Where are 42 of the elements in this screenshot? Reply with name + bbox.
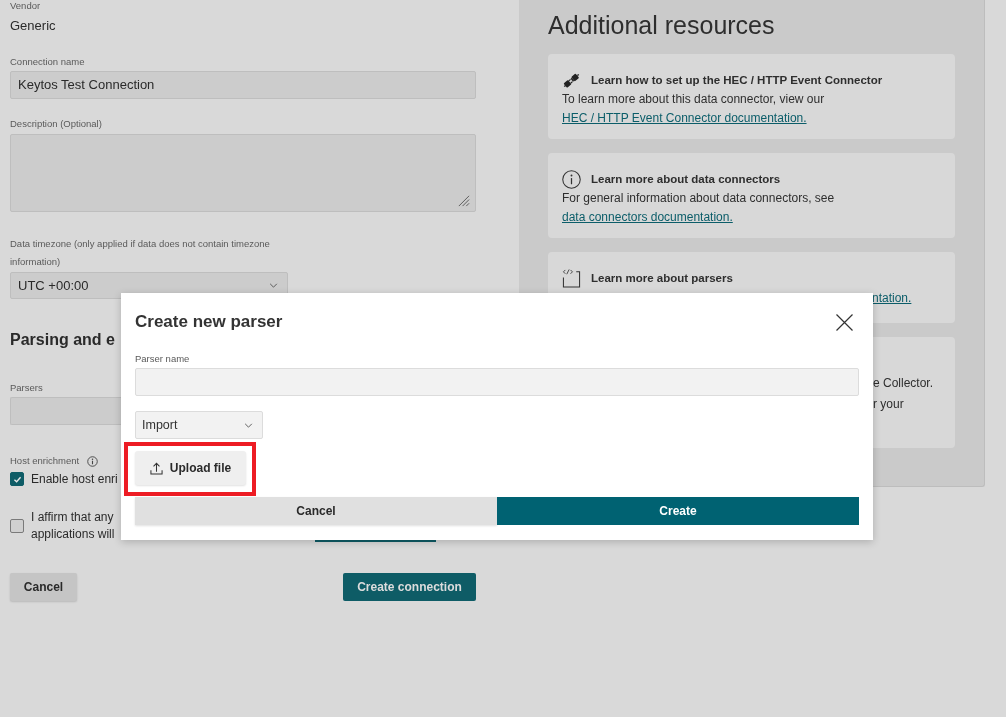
vendor-value: Generic [10, 18, 56, 34]
close-icon[interactable] [836, 313, 853, 331]
checkbox[interactable] [10, 519, 24, 533]
cancel-button[interactable]: Cancel [135, 497, 497, 525]
panel-heading: Additional resources [548, 10, 776, 40]
checkbox-label: I affirm that any applications will [31, 509, 115, 543]
parsers-field[interactable] [10, 397, 121, 425]
field-label: Host enrichment [10, 455, 80, 467]
upload-icon [149, 461, 163, 475]
documentation-link[interactable]: ntation. [872, 291, 912, 305]
resize-handle-icon[interactable] [457, 194, 470, 207]
field-label: Vendor [10, 0, 41, 12]
card-text: e Collector. r your [873, 375, 935, 413]
code-file-icon [562, 268, 581, 288]
field-label: Description (Optional) [10, 118, 102, 130]
card-text: For general information about data connectors, see [562, 190, 836, 207]
card-text: To learn more about this data connector, view our [562, 91, 826, 108]
cancel-button[interactable]: Cancel [10, 573, 77, 601]
dialog-title: Create new parser [135, 311, 283, 333]
card-title: Learn more about parsers [591, 272, 733, 284]
card-title: Learn how to set up the HEC / HTTP Event Connector [591, 74, 883, 86]
chevron-down-icon [244, 422, 253, 428]
connection-name-input[interactable]: Keytos Test Connection [10, 71, 476, 99]
chevron-down-icon [269, 283, 278, 288]
field-label: Parsers [10, 382, 43, 394]
source-select[interactable]: Import [135, 411, 263, 439]
checkbox-label: Enable host enri [31, 470, 118, 488]
upload-file-button[interactable]: Upload file [135, 451, 246, 485]
checkbox[interactable] [10, 472, 24, 486]
info-icon [562, 169, 581, 189]
check-icon [12, 475, 22, 483]
create-connection-button[interactable]: Create connection [343, 573, 476, 601]
parser-name-input[interactable] [135, 368, 859, 396]
section-heading: Parsing and e [10, 330, 115, 350]
documentation-link[interactable]: data connectors documentation. [562, 210, 733, 224]
field-label: Connection name [10, 56, 85, 68]
card-title: Learn more about data connectors [591, 173, 781, 185]
documentation-link[interactable]: HEC / HTTP Event Connector documentation. [562, 111, 807, 125]
info-icon[interactable] [87, 455, 99, 467]
create-button[interactable]: Create [497, 497, 859, 525]
field-label: Parser name [135, 353, 190, 365]
field-label: Data timezone (only applied if data does not contain timezone information) [10, 237, 271, 269]
